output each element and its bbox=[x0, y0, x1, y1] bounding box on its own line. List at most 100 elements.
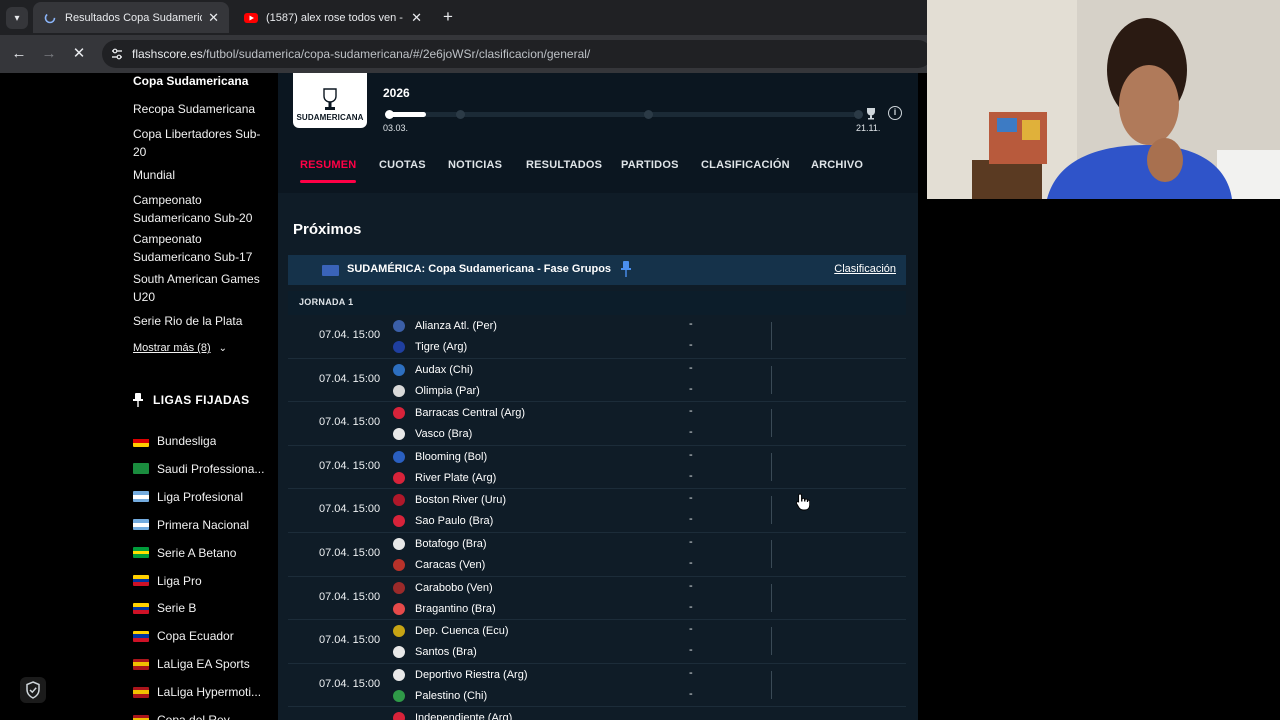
match-row[interactable]: Independiente (Arg) bbox=[288, 707, 906, 720]
country-flag-icon bbox=[133, 686, 149, 698]
away-team: Santos (Bra) bbox=[393, 644, 477, 660]
match-time: 07.04. 15:00 bbox=[319, 634, 381, 647]
home-score: - bbox=[689, 623, 693, 636]
tab-title: (1587) alex rose todos ven - Yo bbox=[266, 11, 406, 24]
column-divider bbox=[771, 583, 772, 612]
sidebar-item-sudamericano-sub-17[interactable]: Campeonato Sudamericano Sub-17 bbox=[133, 231, 268, 266]
close-tab-icon[interactable]: ✕ bbox=[208, 10, 219, 26]
sidebar-item-copa-sudamericana[interactable]: Copa Sudamericana bbox=[133, 73, 268, 91]
phase-marker bbox=[854, 110, 863, 119]
match-row[interactable]: 07.04. 15:00 Boston River (Uru) Sao Paulo … bbox=[288, 489, 906, 533]
column-divider bbox=[771, 627, 772, 656]
round-header: JORNADA 1 bbox=[288, 291, 906, 315]
round-label: JORNADA 1 bbox=[299, 297, 354, 307]
pinned-league-name: Bundesliga bbox=[157, 434, 217, 448]
browser-toolbar: ← → ✕ flashscore.es/futbol/sudamerica/co… bbox=[0, 35, 932, 73]
away-score: - bbox=[689, 557, 693, 569]
pinned-league-item[interactable]: Saudi Professiona... bbox=[133, 460, 268, 478]
tab-partidos[interactable]: PARTIDOS bbox=[621, 159, 679, 171]
team-crest-icon bbox=[393, 559, 405, 571]
address-bar[interactable]: flashscore.es/futbol/sudamerica/copa-sud… bbox=[102, 40, 932, 68]
tab-archivo[interactable]: ARCHIVO bbox=[811, 159, 863, 171]
privacy-shield-button[interactable] bbox=[20, 677, 46, 703]
home-score: - bbox=[689, 536, 693, 548]
pinned-league-item[interactable]: Bundesliga bbox=[133, 432, 268, 450]
pinned-league-item[interactable]: Liga Pro bbox=[133, 572, 268, 590]
pinned-league-item[interactable]: LaLiga EA Sports bbox=[133, 655, 268, 673]
standings-link[interactable]: Clasificación bbox=[834, 263, 896, 275]
column-divider bbox=[771, 670, 772, 699]
stop-loading-button[interactable]: ✕ bbox=[68, 43, 90, 65]
sidebar-item-mundial[interactable]: Mundial bbox=[133, 167, 268, 185]
country-flag-icon bbox=[133, 547, 149, 559]
team-crest-icon bbox=[393, 581, 405, 594]
season-label: 2026 bbox=[383, 86, 410, 100]
browser-tab-flashscore[interactable]: Resultados Copa Sudamericana ✕ bbox=[33, 2, 229, 33]
site-settings-icon[interactable] bbox=[110, 47, 124, 61]
tab-search-button[interactable]: ▾ bbox=[6, 7, 28, 29]
away-team-name: Bragantino (Bra) bbox=[415, 602, 496, 615]
home-team: Boston River (Uru) bbox=[393, 492, 506, 508]
team-crest-icon bbox=[393, 712, 405, 720]
chevron-down-icon: ▾ bbox=[14, 12, 20, 24]
loading-spinner-icon bbox=[43, 11, 57, 25]
sidebar-item-copa-libertadores-sub-20[interactable]: Copa Libertadores Sub-20 bbox=[133, 126, 268, 161]
league-name[interactable]: SUDAMÉRICA: Copa Sudamericana - Fase Gru… bbox=[347, 263, 611, 275]
sidebar-item-south-american-games[interactable]: South American Games U20 bbox=[133, 271, 268, 306]
match-row[interactable]: 07.04. 15:00 Carabobo (Ven) Bragantino (Br… bbox=[288, 576, 906, 621]
match-time: 07.04. 15:00 bbox=[319, 372, 381, 385]
match-row[interactable]: 07.04. 15:00 Dep. Cuenca (Ecu) Santos (Bra… bbox=[288, 620, 906, 664]
country-flag-icon bbox=[133, 463, 149, 475]
home-team: Botafogo (Bra) bbox=[393, 536, 487, 552]
pinned-league-item[interactable]: Liga Profesional bbox=[133, 488, 268, 506]
home-team: Deportivo Riestra (Arg) bbox=[393, 667, 527, 683]
match-row[interactable]: 07.04. 15:00 Botafogo (Bra) Caracas (Ven) -… bbox=[288, 533, 906, 577]
away-score: - bbox=[689, 339, 693, 351]
pinned-league-item[interactable]: Serie B bbox=[133, 599, 268, 617]
pinned-league-item[interactable]: Copa del Rey bbox=[133, 711, 268, 720]
away-team-name: Vasco (Bra) bbox=[415, 428, 473, 441]
pinned-league-item[interactable]: Copa Ecuador bbox=[133, 627, 268, 645]
team-crest-icon bbox=[393, 538, 405, 550]
home-team-name: Barracas Central (Arg) bbox=[415, 407, 526, 420]
new-tab-button[interactable]: + bbox=[439, 7, 457, 27]
team-crest-icon bbox=[393, 689, 405, 702]
tab-cuotas[interactable]: CUOTAS bbox=[379, 159, 426, 171]
away-team-name: Palestino (Chi) bbox=[415, 689, 488, 702]
sidebar-item-sudamericano-sub-20[interactable]: Campeonato Sudamericano Sub-20 bbox=[133, 192, 268, 227]
shield-check-icon bbox=[26, 681, 40, 699]
team-crest-icon bbox=[393, 384, 405, 397]
away-team: Caracas (Ven) bbox=[393, 557, 485, 573]
pinned-league-name: Serie A Betano bbox=[157, 545, 237, 560]
tab-noticias[interactable]: NOTICIAS bbox=[448, 159, 502, 171]
tab-title: Resultados Copa Sudamericana bbox=[65, 11, 202, 24]
chevron-down-icon: ⌄ bbox=[218, 343, 228, 354]
tournament-logo: SUDAMERICANA bbox=[293, 73, 367, 128]
match-time: 07.04. 15:00 bbox=[319, 416, 381, 429]
pin-icon[interactable] bbox=[621, 261, 631, 277]
match-row[interactable]: 07.04. 15:00 Blooming (Bol) River Plate (A… bbox=[288, 445, 906, 490]
pinned-league-item[interactable]: Primera Nacional bbox=[133, 516, 268, 534]
browser-tab-youtube[interactable]: (1587) alex rose todos ven - Yo ✕ bbox=[234, 2, 432, 33]
sidebar-item-recopa-sudamericana[interactable]: Recopa Sudamericana bbox=[133, 101, 268, 119]
country-flag-icon bbox=[133, 658, 149, 670]
info-icon[interactable]: i bbox=[888, 106, 902, 120]
match-row[interactable]: 07.04. 15:00 Audax (Chi) Olimpia (Par) - - bbox=[288, 358, 906, 403]
pinned-league-item[interactable]: Serie A Betano bbox=[133, 544, 268, 562]
forward-button[interactable]: → bbox=[38, 43, 60, 65]
match-row[interactable]: 07.04. 15:00 Barracas Central (Arg) Vasco … bbox=[288, 402, 906, 446]
pinned-leagues-heading: LIGAS FIJADAS bbox=[133, 393, 250, 407]
match-row[interactable]: 07.04. 15:00 Alianza Atl. (Per) Tigre (Arg… bbox=[288, 315, 906, 359]
tab-resultados[interactable]: RESULTADOS bbox=[526, 159, 602, 171]
show-more-link[interactable]: Mostrar más (8) ⌄ bbox=[133, 342, 227, 354]
close-tab-icon[interactable]: ✕ bbox=[411, 10, 422, 26]
season-end-date: 21.11. bbox=[856, 123, 881, 133]
back-button[interactable]: ← bbox=[8, 43, 30, 65]
pinned-league-item[interactable]: LaLiga Hypermoti... bbox=[133, 683, 268, 701]
match-row[interactable]: 07.04. 15:00 Deportivo Riestra (Arg) Pales… bbox=[288, 663, 906, 708]
tab-clasificacion[interactable]: CLASIFICACIÓN bbox=[701, 159, 790, 171]
tab-resumen[interactable]: RESUMEN bbox=[300, 159, 357, 183]
team-crest-icon bbox=[393, 450, 405, 463]
team-crest-icon bbox=[393, 668, 405, 681]
sidebar-item-serie-rio-de-la-plata[interactable]: Serie Rio de la Plata bbox=[133, 313, 268, 331]
